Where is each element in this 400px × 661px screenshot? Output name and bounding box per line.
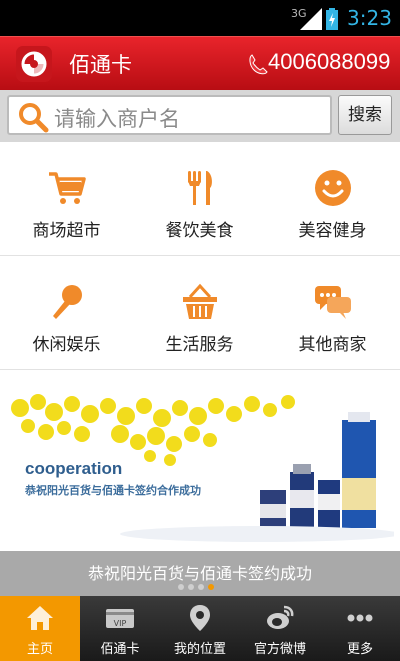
tab-label: 官方微博 bbox=[253, 642, 306, 657]
carousel-dot-active[interactable] bbox=[208, 584, 214, 590]
vip-badge: VIP bbox=[114, 619, 127, 628]
category-label: 其他商家 bbox=[298, 335, 367, 355]
category-leisure[interactable]: 休闲娱乐 bbox=[0, 256, 133, 368]
more-dots-icon bbox=[347, 614, 373, 622]
category-other-merchants[interactable]: 其他商家 bbox=[266, 256, 399, 368]
microphone-icon bbox=[53, 285, 82, 319]
category-label: 美容健身 bbox=[298, 221, 367, 241]
category-beauty-fitness[interactable]: 美容健身 bbox=[266, 142, 399, 254]
weibo-icon bbox=[267, 605, 294, 629]
shopping-cart-icon bbox=[49, 172, 86, 204]
carousel-dot[interactable] bbox=[198, 584, 204, 590]
tab-label: 我的位置 bbox=[173, 642, 226, 657]
app-logo bbox=[16, 46, 52, 82]
location-pin-icon bbox=[190, 605, 210, 631]
banner-heading: cooperation bbox=[25, 459, 123, 478]
tab-my-location[interactable]: 我的位置 bbox=[160, 596, 240, 661]
hotline-number[interactable]: 4006088099 bbox=[268, 49, 390, 75]
category-grid: 商场超市 餐饮美食 美容健身 休闲娱乐 生活服务 其他商家 bbox=[0, 142, 400, 370]
banner-caption: 恭祝阳光百货与佰通卡签约成功 bbox=[87, 564, 312, 583]
category-mall-supermarket[interactable]: 商场超市 bbox=[0, 142, 133, 254]
status-bar: 3G 3:23 bbox=[0, 0, 400, 36]
search-input[interactable]: 请输入商户名 bbox=[7, 95, 332, 135]
search-button[interactable]: 搜索 bbox=[338, 95, 392, 135]
category-label: 生活服务 bbox=[165, 335, 234, 355]
clock: 3:23 bbox=[347, 6, 392, 30]
bottom-tab-bar: 主页 VIP 佰通卡 我的位置 官方微博 更多 bbox=[0, 596, 400, 661]
promo-banner[interactable]: cooperation 恭祝阳光百货与佰通卡签约合作成功 恭祝阳光百货与佰通卡签… bbox=[0, 370, 400, 596]
battery-icon bbox=[326, 8, 338, 30]
tab-baitong-card[interactable]: VIP 佰通卡 bbox=[80, 596, 160, 661]
category-life-services[interactable]: 生活服务 bbox=[133, 256, 266, 368]
chat-bubbles-icon bbox=[315, 286, 351, 319]
fork-knife-icon bbox=[188, 171, 212, 205]
carousel-indicator bbox=[178, 584, 224, 590]
signal-icon bbox=[300, 8, 322, 30]
search-placeholder: 请输入商户名 bbox=[54, 107, 180, 131]
carousel-dot[interactable] bbox=[188, 584, 194, 590]
tab-more[interactable]: 更多 bbox=[320, 596, 400, 661]
tab-label: 更多 bbox=[346, 642, 373, 657]
vip-card-icon: VIP bbox=[106, 609, 134, 628]
tab-home[interactable]: 主页 bbox=[0, 596, 80, 661]
search-bar: 请输入商户名 搜索 bbox=[0, 90, 400, 142]
home-icon bbox=[27, 606, 53, 630]
app-title: 佰通卡 bbox=[69, 54, 132, 77]
category-label: 商场超市 bbox=[32, 221, 101, 241]
search-icon bbox=[19, 103, 49, 133]
carousel-dot[interactable] bbox=[178, 584, 184, 590]
logo-mark-icon bbox=[21, 51, 47, 77]
phone-icon[interactable] bbox=[246, 53, 270, 77]
category-label: 餐饮美食 bbox=[165, 221, 234, 241]
tab-label: 佰通卡 bbox=[100, 642, 140, 657]
smiley-face-icon bbox=[315, 170, 351, 206]
category-dining[interactable]: 餐饮美食 bbox=[133, 142, 266, 254]
app-header: 佰通卡 4006088099 bbox=[0, 36, 400, 90]
banner-subheading: 恭祝阳光百货与佰通卡签约合作成功 bbox=[25, 484, 201, 497]
category-label: 休闲娱乐 bbox=[32, 335, 101, 355]
basket-icon bbox=[183, 283, 217, 319]
tab-label: 主页 bbox=[26, 642, 53, 657]
tab-official-weibo[interactable]: 官方微博 bbox=[240, 596, 320, 661]
